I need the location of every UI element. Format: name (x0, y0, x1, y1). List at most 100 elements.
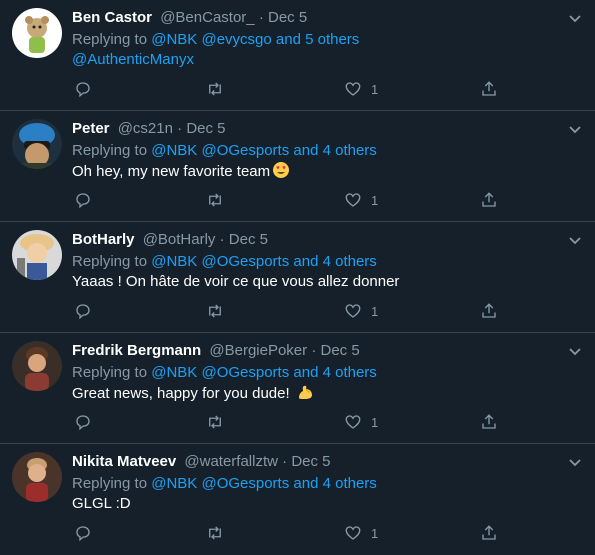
avatar[interactable] (12, 341, 62, 391)
like-count: 1 (371, 414, 379, 430)
chevron-down-icon[interactable] (567, 121, 583, 137)
avatar[interactable] (12, 8, 62, 58)
share-button[interactable] (480, 523, 498, 543)
reply-button[interactable] (74, 412, 92, 432)
like-count: 1 (371, 192, 379, 208)
reply-icon (76, 526, 90, 542)
reply-mention-link[interactable]: @NBK (151, 253, 197, 270)
share-icon (482, 192, 496, 207)
tweet[interactable]: Peter @cs21n · Dec 5 Replying to @NBK @O… (0, 111, 595, 222)
tweet-actions: 1 (72, 79, 595, 99)
retweet-icon (209, 193, 221, 207)
reply-mention-link[interactable]: @NBK (151, 31, 197, 48)
tweet[interactable]: Fredrik Bergmann @BergiePoker · Dec 5 Re… (0, 333, 595, 444)
reply-mention-link[interactable]: @OGesports (201, 253, 289, 270)
reply-button[interactable] (74, 190, 92, 210)
display-name[interactable]: Nikita Matveev (72, 453, 176, 470)
tweet-text: Great news, happy for you dude! (72, 383, 555, 404)
replying-to: Replying to @NBK @OGesports and 4 others (72, 252, 555, 272)
reply-mention-link[interactable]: @evycsgo (201, 31, 271, 48)
share-button[interactable] (480, 190, 498, 210)
reply-mention-link[interactable]: @OGesports (201, 364, 289, 381)
retweet-button[interactable] (206, 301, 224, 321)
retweet-icon (209, 415, 221, 429)
share-icon (482, 303, 496, 318)
tweet-text-content: Oh hey, my new favorite team (72, 163, 271, 180)
replying-to-label: Replying to (72, 475, 148, 492)
flexed-biceps-emoji-icon (298, 385, 312, 399)
retweet-button[interactable] (206, 523, 224, 543)
display-name[interactable]: BotHarly (72, 231, 135, 248)
heart-icon (345, 304, 361, 318)
tweet-date[interactable]: Dec 5 (321, 342, 360, 359)
chevron-down-icon[interactable] (567, 232, 583, 248)
tweet[interactable]: BotHarly @BotHarly · Dec 5 Replying to @… (0, 222, 595, 333)
tweet-date[interactable]: Dec 5 (291, 453, 330, 470)
user-handle[interactable]: @BotHarly (143, 231, 216, 248)
replying-to-label: Replying to (72, 31, 148, 48)
display-name[interactable]: Peter (72, 120, 110, 137)
share-button[interactable] (480, 412, 498, 432)
like-button[interactable]: 1 (344, 301, 378, 321)
reply-mention-link[interactable]: @NBK (151, 475, 197, 492)
reply-button[interactable] (74, 79, 92, 99)
tweet-actions: 1 (72, 412, 595, 432)
separator-dot: · (311, 342, 317, 359)
heart-icon (345, 526, 361, 540)
display-name[interactable]: Ben Castor (72, 9, 152, 26)
tweet-date[interactable]: Dec 5 (186, 120, 225, 137)
retweet-icon (209, 82, 221, 96)
user-handle[interactable]: @waterfallztw (184, 453, 278, 470)
chevron-down-icon[interactable] (567, 343, 583, 359)
replying-to: Replying to @NBK @OGesports and 4 others (72, 474, 555, 494)
like-button[interactable]: 1 (344, 523, 378, 543)
avatar[interactable] (12, 119, 62, 169)
chevron-down-icon[interactable] (567, 10, 583, 26)
tweet-date[interactable]: Dec 5 (268, 9, 307, 26)
share-icon (482, 414, 496, 429)
tweet[interactable]: Ben Castor @BenCastor_ · Dec 5 Replying … (0, 0, 595, 111)
reply-others-link[interactable]: and 4 others (293, 364, 376, 381)
replying-to: Replying to @NBK @OGesports and 4 others (72, 141, 555, 161)
like-button[interactable]: 1 (344, 190, 378, 210)
separator-dot: · (282, 453, 288, 470)
reply-others-link[interactable]: and 4 others (293, 142, 376, 159)
chevron-down-icon[interactable] (567, 454, 583, 470)
tweet[interactable]: Nikita Matveev @waterfallztw · Dec 5 Rep… (0, 444, 595, 555)
share-button[interactable] (480, 301, 498, 321)
reply-mention-link[interactable]: @AuthenticManyx (72, 51, 194, 68)
like-button[interactable]: 1 (344, 412, 378, 432)
reply-others-link[interactable]: and 4 others (293, 475, 376, 492)
tweet-date[interactable]: Dec 5 (229, 231, 268, 248)
reply-icon (76, 82, 90, 98)
reply-mention-link[interactable]: @NBK (151, 364, 197, 381)
reply-icon (76, 415, 90, 431)
replying-to-label: Replying to (72, 364, 148, 381)
heart-icon (345, 415, 361, 429)
like-button[interactable]: 1 (344, 79, 378, 99)
user-handle[interactable]: @BergiePoker (209, 342, 307, 359)
tweet-text: Yaaas ! On hâte de voir ce que vous alle… (72, 273, 400, 290)
like-count: 1 (371, 525, 379, 541)
reply-others-link[interactable]: and 5 others (276, 31, 359, 48)
user-handle[interactable]: @cs21n (118, 120, 173, 137)
user-handle[interactable]: @BenCastor_ (160, 9, 254, 26)
tweet-actions: 1 (72, 523, 595, 543)
reply-button[interactable] (74, 301, 92, 321)
share-button[interactable] (480, 79, 498, 99)
retweet-button[interactable] (206, 79, 224, 99)
reply-mention-link[interactable]: @OGesports (201, 142, 289, 159)
tweet-text: Oh hey, my new favorite team (72, 161, 555, 182)
retweet-button[interactable] (206, 190, 224, 210)
reply-others-link[interactable]: and 4 others (293, 253, 376, 270)
avatar[interactable] (12, 230, 62, 280)
separator-dot: · (258, 9, 264, 26)
reply-mention-link[interactable]: @OGesports (201, 475, 289, 492)
retweet-button[interactable] (206, 412, 224, 432)
like-count: 1 (371, 81, 379, 97)
reply-mention-link[interactable]: @NBK (151, 142, 197, 159)
display-name[interactable]: Fredrik Bergmann (72, 342, 201, 359)
separator-dot: · (177, 120, 183, 137)
avatar[interactable] (12, 452, 62, 502)
reply-button[interactable] (74, 523, 92, 543)
